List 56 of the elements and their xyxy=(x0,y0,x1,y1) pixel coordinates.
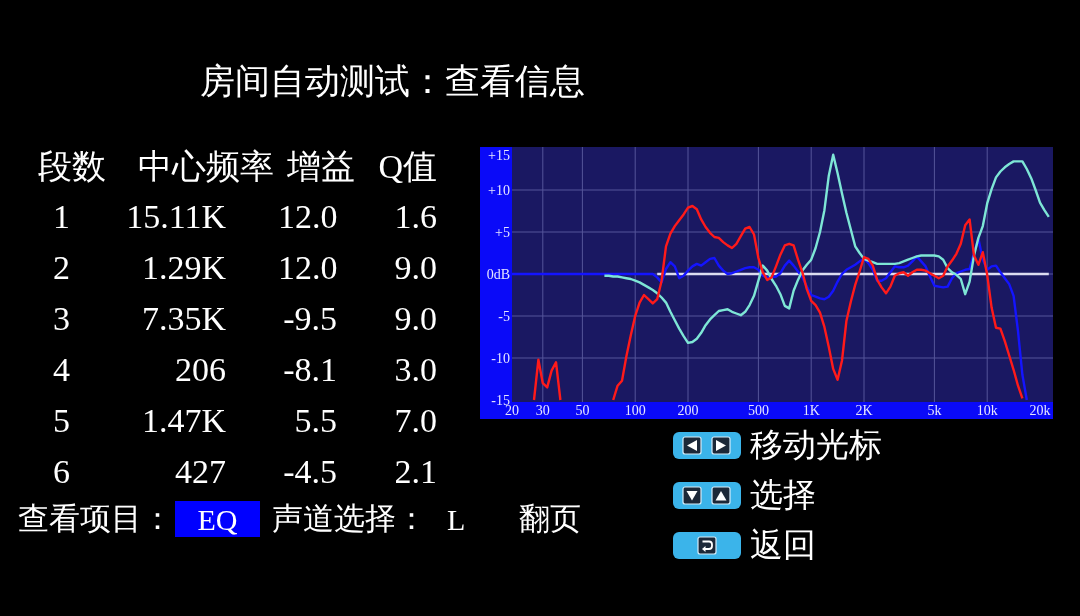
table-cell-text: 1.47K xyxy=(141,401,226,441)
axis-label: 2K xyxy=(855,403,873,418)
hint-label: 返回 xyxy=(750,526,816,565)
axis-label: +5 xyxy=(495,225,510,240)
table-cell-text: 7.0 xyxy=(394,401,437,441)
table-cell-text: 2.1 xyxy=(394,452,437,492)
table-cell-text: 427 xyxy=(175,452,226,492)
axis-label: 500 xyxy=(747,403,769,418)
table-cell-text: -4.5 xyxy=(283,452,337,492)
axis-label: 50 xyxy=(575,403,590,418)
table-cell-text: 12.0 xyxy=(278,248,338,288)
axis-label: 30 xyxy=(535,403,550,418)
left-right-arrow-keys-icon xyxy=(673,431,741,459)
option-label: 声道选择： xyxy=(272,500,427,538)
hint-label: 移动光标 xyxy=(750,426,882,465)
table-cell-text: 206 xyxy=(175,350,226,390)
axis-label: 100 xyxy=(624,403,646,418)
axis-label: -10 xyxy=(491,351,510,366)
axis-label: 0dB xyxy=(486,267,510,282)
table-cell-text: 2 xyxy=(53,248,70,288)
table-cell-text: 1.29K xyxy=(141,248,226,288)
table-cell-text: -9.5 xyxy=(283,299,337,339)
table-cell-text: 3.0 xyxy=(394,350,437,390)
axis-label: 1K xyxy=(802,403,820,418)
table-cell-text: 6 xyxy=(53,452,70,492)
axis-label: 20k xyxy=(1029,403,1051,418)
axis-label: 10k xyxy=(976,403,998,418)
table-cell-text: 5.5 xyxy=(294,401,337,441)
table-cell-text: 9.0 xyxy=(394,248,437,288)
option-value[interactable]: EQ xyxy=(175,501,260,537)
option-value[interactable]: L xyxy=(447,501,466,537)
column-header: Q值 xyxy=(378,147,437,187)
table-cell-text: 1.6 xyxy=(394,197,437,237)
table-cell-text: 1 xyxy=(53,197,70,237)
table-cell-text: 7.35K xyxy=(141,299,226,339)
return-key-icon xyxy=(673,531,741,559)
down-up-arrow-keys-icon xyxy=(673,481,741,509)
table-cell-text: 3 xyxy=(53,299,70,339)
column-header: 增益 xyxy=(287,147,355,187)
screen-title: 房间自动测试：查看信息 xyxy=(200,61,585,103)
table-cell-text: 9.0 xyxy=(394,299,437,339)
axis-label: +15 xyxy=(488,148,510,163)
table-cell-text: -8.1 xyxy=(283,350,337,390)
table-cell-text: 4 xyxy=(53,350,70,390)
table-cell-text: 12.0 xyxy=(278,197,338,237)
option-label: 查看项目： xyxy=(18,500,173,538)
hint-label: 选择 xyxy=(750,476,816,515)
menu-item[interactable]: 翻页 xyxy=(519,501,582,537)
column-header: 中心频率 xyxy=(138,147,274,187)
table-cell-text: 5 xyxy=(53,401,70,441)
axis-label: +10 xyxy=(488,183,510,198)
axis-label: -5 xyxy=(498,309,510,324)
axis-label: 5k xyxy=(927,403,942,418)
axis-label: 200 xyxy=(677,403,699,418)
table-cell-text: 15.11K xyxy=(126,197,226,237)
column-header: 段数 xyxy=(38,147,106,187)
